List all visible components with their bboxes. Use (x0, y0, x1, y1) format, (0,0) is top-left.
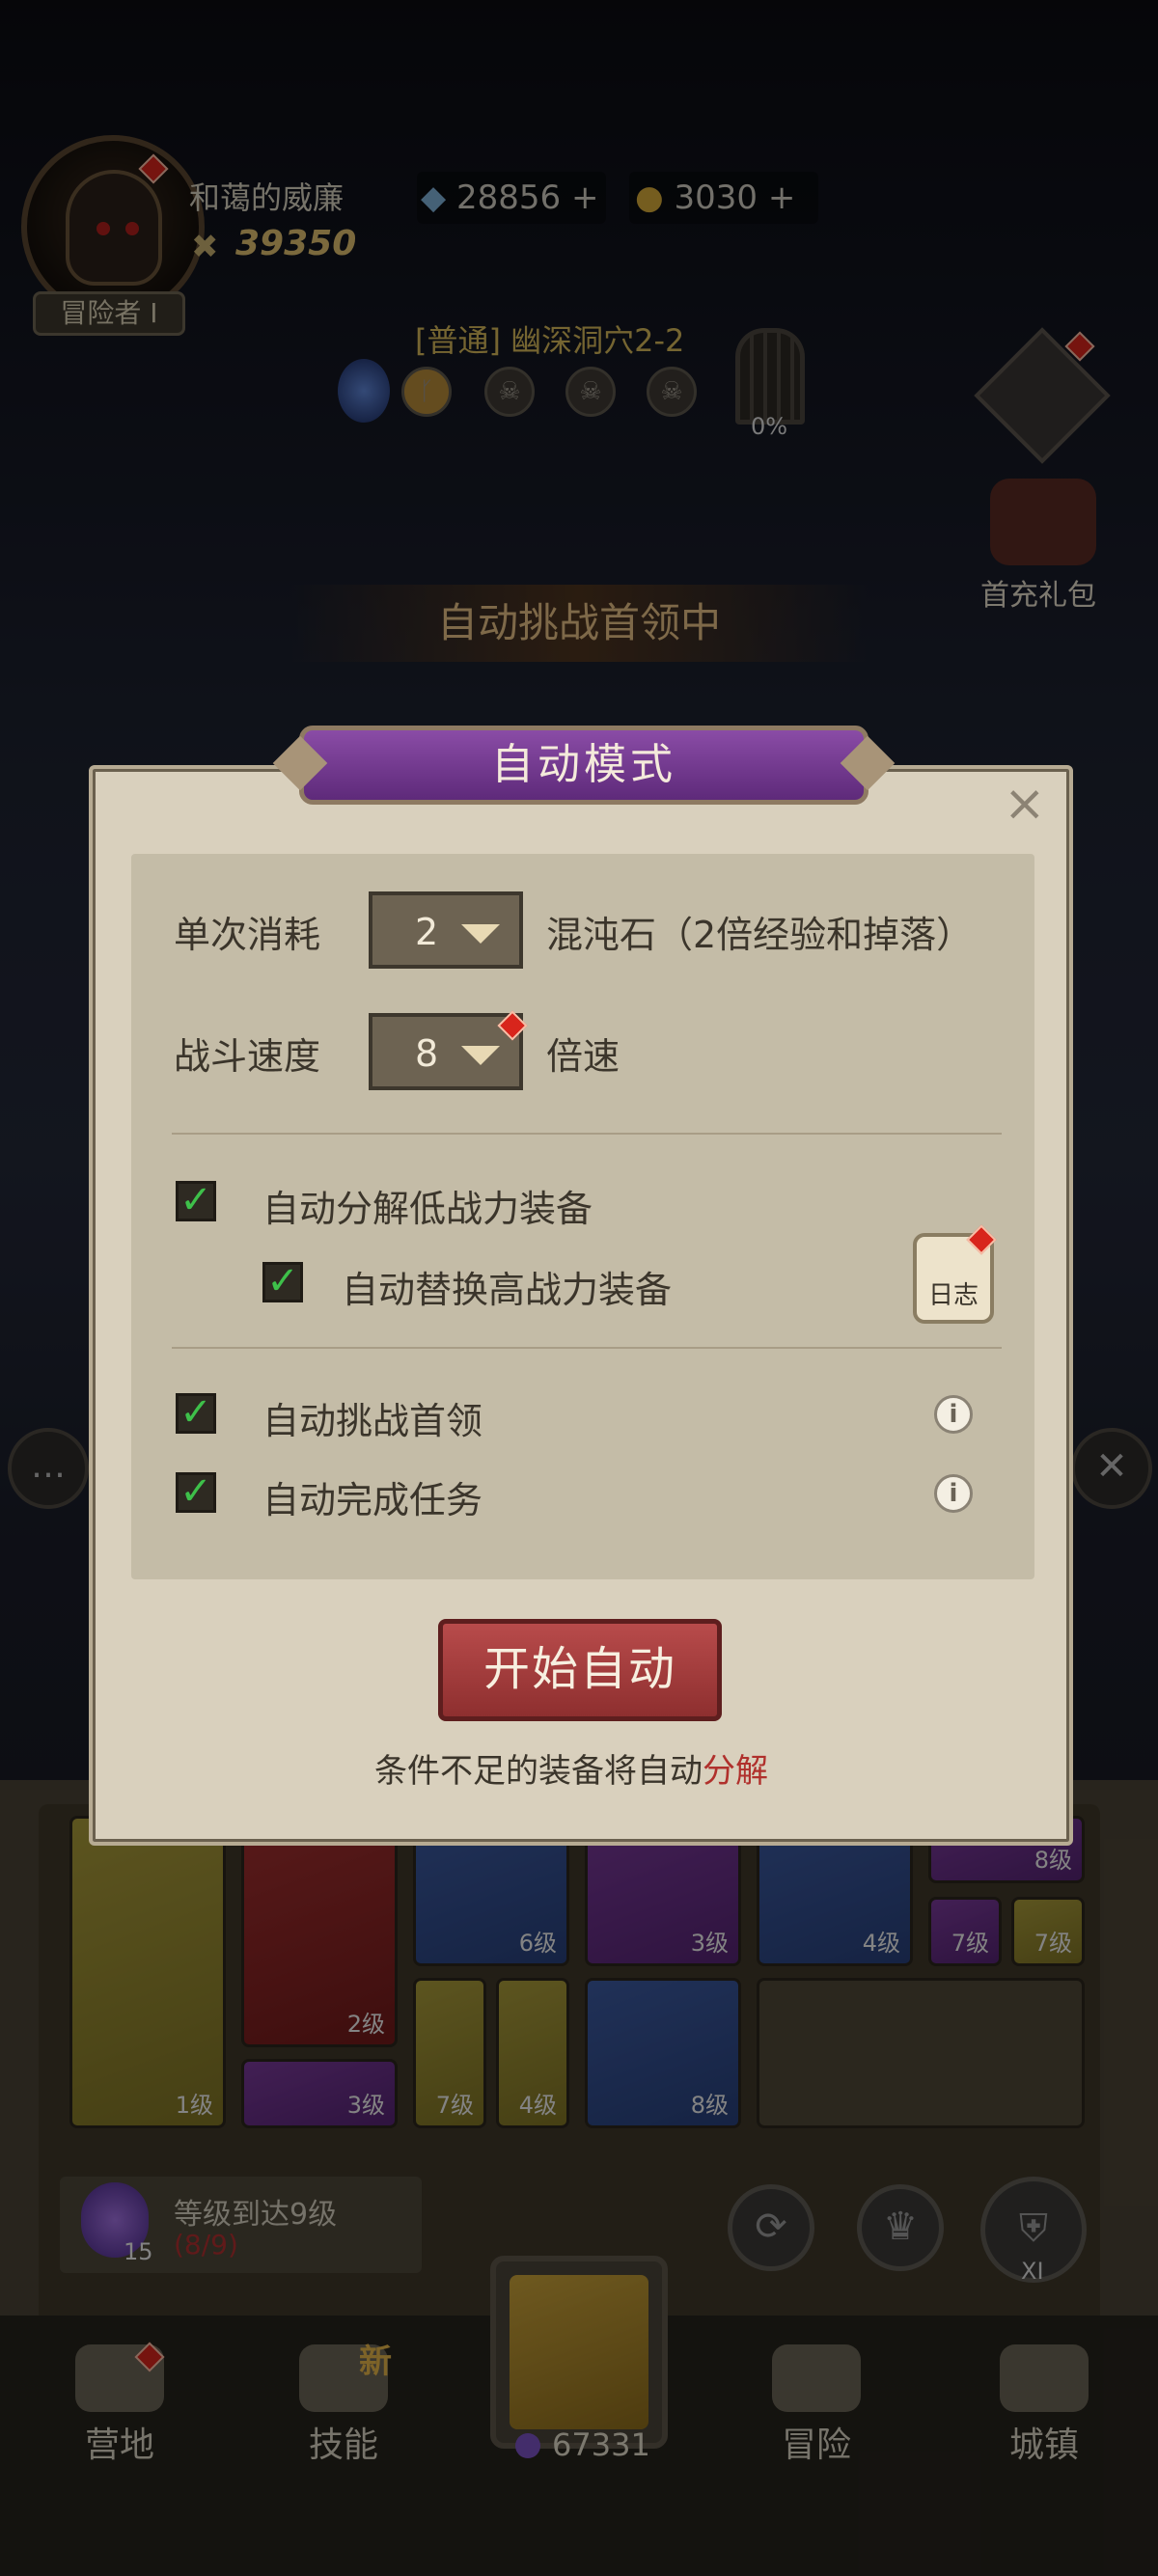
consume-value: 2 (415, 911, 439, 953)
auto-boss-checkbox[interactable]: ✓ (176, 1393, 216, 1434)
speed-value: 8 (415, 1032, 439, 1075)
auto-task-label: 自动完成任务 (262, 1479, 483, 1521)
auto-task-checkbox[interactable]: ✓ (176, 1472, 216, 1513)
speed-suffix: 倍速 (546, 1035, 620, 1078)
info-icon[interactable]: i (934, 1474, 973, 1513)
divider (172, 1347, 1002, 1349)
note-highlight: 分解 (703, 1752, 768, 1791)
consume-label: 单次消耗 (174, 914, 321, 956)
chevron-down-icon (461, 924, 500, 944)
chevron-down-icon (461, 1046, 500, 1065)
auto-dismantle-label: 自动分解低战力装备 (262, 1188, 593, 1230)
consume-suffix: 混沌石（2倍经验和掉落） (546, 914, 974, 956)
start-auto-button[interactable]: 开始自动 (438, 1619, 722, 1721)
auto-boss-label: 自动挑战首领 (262, 1400, 483, 1442)
auto-replace-checkbox[interactable]: ✓ (262, 1262, 303, 1302)
dismantle-note: 条件不足的装备将自动分解 (374, 1744, 768, 1792)
consume-select[interactable]: 2 (369, 891, 523, 969)
note-text: 条件不足的装备将自动 (374, 1752, 703, 1791)
dialog-title: 自动模式 (299, 726, 868, 805)
auto-dismantle-checkbox[interactable]: ✓ (176, 1181, 216, 1221)
speed-label: 战斗速度 (174, 1035, 321, 1078)
auto-replace-label: 自动替换高战力装备 (342, 1269, 673, 1311)
info-icon[interactable]: i (934, 1395, 973, 1434)
divider (172, 1133, 1002, 1135)
close-icon[interactable]: × (1004, 775, 1046, 833)
log-label: 日志 (927, 1281, 979, 1310)
